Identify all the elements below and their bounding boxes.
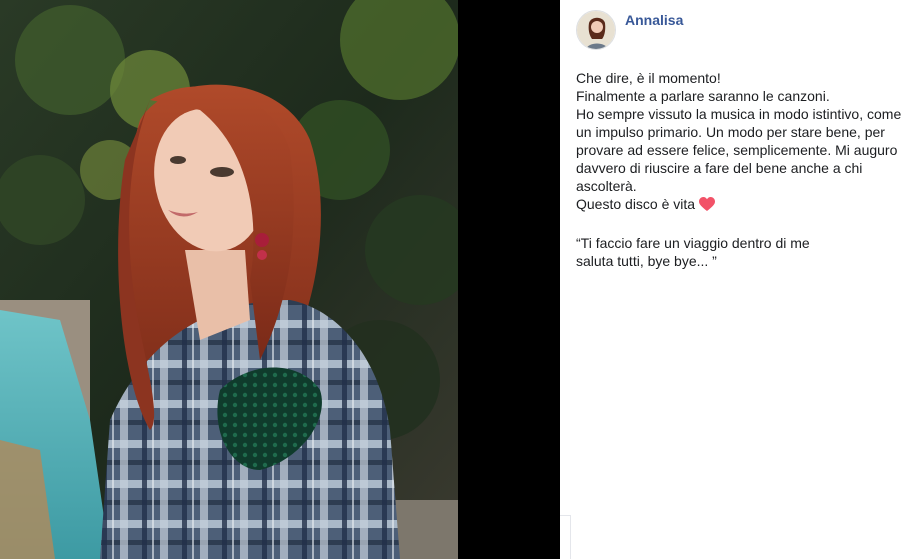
- author-avatar[interactable]: [576, 10, 616, 50]
- heart-icon: [699, 197, 716, 216]
- post-line: Che dire, è il momento!: [576, 70, 721, 86]
- post-quote-line: “Ti faccio fare un viaggio dentro di me: [576, 235, 810, 251]
- post-line: Finalmente a parlare saranno le canzoni.: [576, 88, 830, 104]
- post-line-text: Questo disco è vita: [576, 196, 696, 212]
- post-quote-line: saluta tutti, bye bye... ”: [576, 253, 717, 269]
- post-line: Questo disco è vita: [576, 195, 906, 216]
- post-panel: Annalisa Che dire, è il momento! Finalme…: [560, 0, 919, 559]
- panel-divider: [560, 515, 571, 559]
- post-photo[interactable]: [0, 0, 458, 559]
- media-panel: [0, 0, 560, 559]
- post-line: Ho sempre vissuto la musica in modo isti…: [576, 106, 902, 194]
- author-name-link[interactable]: Annalisa: [625, 12, 683, 28]
- post-viewer: Annalisa Che dire, è il momento! Finalme…: [0, 0, 919, 559]
- post-message: Che dire, è il momento! Finalmente a par…: [576, 69, 906, 270]
